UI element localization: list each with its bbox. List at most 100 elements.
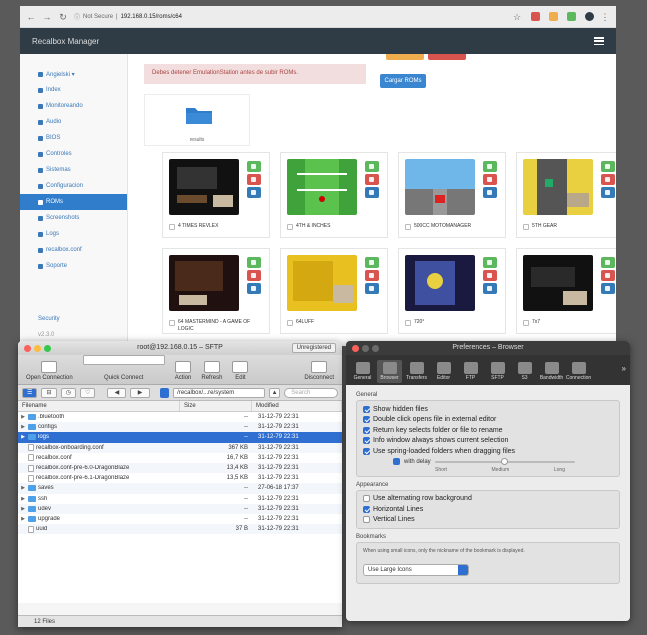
edit-button[interactable] [365, 187, 379, 198]
rom-thumbnail[interactable] [169, 255, 239, 311]
file-row[interactable]: ▶ udev -- 31-12-79 22:31 [18, 503, 342, 514]
sidebar-item[interactable]: ROMs [20, 194, 127, 210]
prefs-tab-transfers[interactable]: Transfers [404, 360, 429, 383]
disclosure-icon[interactable]: ▶ [20, 434, 26, 440]
play-button[interactable] [247, 257, 261, 268]
delete-button[interactable] [601, 174, 615, 185]
file-row[interactable]: ▶ saves -- 27-06-18 17:37 [18, 483, 342, 494]
checkbox[interactable] [363, 405, 370, 413]
reload-icon[interactable]: ↻ [58, 12, 68, 22]
edit-button[interactable]: Edit [232, 361, 249, 381]
slider-knob[interactable] [501, 457, 509, 465]
delay-slider[interactable] [434, 457, 575, 467]
sidebar-item[interactable]: Controles [20, 146, 127, 162]
folder-card[interactable]: results [144, 94, 250, 146]
sidebar-item[interactable]: BIOS [20, 130, 127, 146]
disclosure-icon[interactable]: ▶ [20, 485, 26, 491]
size-column-header[interactable]: Size [180, 401, 252, 411]
profile-avatar[interactable] [585, 12, 594, 21]
quick-connect[interactable]: Quick Connect [82, 355, 165, 381]
forward-icon[interactable]: → [42, 12, 52, 22]
sidebar-item[interactable]: Monitoreando [20, 98, 127, 114]
delete-button[interactable] [247, 270, 261, 281]
hamburger-menu-icon[interactable] [594, 37, 604, 45]
sidebar-item[interactable]: Sistemas [20, 162, 127, 178]
disclosure-icon[interactable]: ▶ [20, 496, 26, 502]
checkbox[interactable] [363, 426, 370, 434]
edit-button[interactable] [601, 187, 615, 198]
rom-thumbnail[interactable] [287, 159, 357, 215]
path-selector[interactable]: /recalbox/...re/system [173, 387, 265, 398]
disclosure-icon[interactable]: ▶ [20, 506, 26, 512]
browser-view-icon[interactable]: ☰ [22, 387, 38, 398]
filename-column-header[interactable]: Filename [18, 401, 180, 411]
prefs-tab-general[interactable]: General [350, 360, 375, 383]
back-icon[interactable]: ← [26, 12, 36, 22]
extension-icon[interactable] [531, 12, 540, 21]
icon-size-select[interactable]: Use Large Icons [363, 564, 469, 576]
sidebar-item[interactable]: Logs [20, 226, 127, 242]
rom-thumbnail[interactable] [287, 255, 357, 311]
rom-card[interactable]: 720° [398, 248, 506, 334]
rom-card[interactable]: 64 MASTERMIND - A GAME OF LOGIC [162, 248, 270, 334]
prefs-tab-browser[interactable]: Browser [377, 360, 402, 383]
prefs-tab-sftp[interactable]: SFTP [485, 360, 510, 383]
file-row[interactable]: ▶ configs -- 31-12-79 22:31 [18, 422, 342, 433]
checkbox[interactable] [363, 447, 370, 455]
option-row[interactable]: Use alternating row background [363, 494, 613, 505]
extension-icon[interactable] [567, 12, 576, 21]
disclosure-icon[interactable]: ▶ [20, 424, 26, 430]
edit-button[interactable] [365, 283, 379, 294]
rom-checkbox[interactable] [405, 224, 411, 230]
option-row[interactable]: Double click opens file in external edit… [363, 415, 613, 426]
rom-card[interactable]: 64LUFF [280, 248, 388, 334]
edit-button[interactable] [483, 187, 497, 198]
rom-thumbnail[interactable] [169, 159, 239, 215]
checkbox[interactable] [363, 505, 370, 513]
option-row[interactable]: Use spring-loaded folders when dragging … [363, 446, 613, 457]
brand-title[interactable]: Recalbox Manager [32, 37, 99, 46]
delete-button[interactable] [365, 174, 379, 185]
prefs-tab-bandwidth[interactable]: Bandwidth [539, 360, 564, 383]
rom-checkbox[interactable] [523, 224, 529, 230]
play-button[interactable] [365, 161, 379, 172]
disclosure-icon[interactable]: ▶ [20, 516, 26, 522]
file-row[interactable]: recalbox-onboarding.conf 367 KB 31-12-79 2… [18, 442, 342, 453]
danger-button[interactable] [428, 54, 466, 60]
menu-dots-icon[interactable]: ⋮ [600, 12, 610, 22]
file-row[interactable]: ▶ upgrade -- 31-12-79 22:31 [18, 514, 342, 524]
file-row[interactable]: ▶ logs -- 31-12-79 22:31 [18, 432, 342, 443]
up-folder-icon[interactable]: ▲ [268, 387, 281, 398]
file-row[interactable]: uuid 37 B 31-12-79 22:31 [18, 524, 342, 535]
address-bar[interactable]: ⓘ Not Secure | 192.168.0.15/roms/c64 [74, 12, 506, 22]
checkbox[interactable] [363, 437, 370, 445]
sidebar-item[interactable]: Screenshots [20, 210, 127, 226]
bonjour-icon[interactable]: ♡ [79, 387, 96, 398]
rom-checkbox[interactable] [169, 224, 175, 230]
prefs-tab-s3[interactable]: S3 [512, 360, 537, 383]
rom-checkbox[interactable] [405, 320, 411, 326]
rom-checkbox[interactable] [169, 320, 175, 326]
back-nav-icon[interactable]: ◀ [107, 387, 127, 398]
extension-icon[interactable] [549, 12, 558, 21]
delete-button[interactable] [483, 270, 497, 281]
prefs-tab-ftp[interactable]: FTP [458, 360, 483, 383]
option-row[interactable]: Return key selects folder or file to ren… [363, 425, 613, 436]
edit-button[interactable] [247, 283, 261, 294]
file-row[interactable]: ▶ ssh -- 31-12-79 22:31 [18, 494, 342, 504]
play-button[interactable] [365, 257, 379, 268]
sidebar-item[interactable]: Audio [20, 114, 127, 130]
disconnect-button[interactable]: Disconnect [304, 361, 334, 381]
play-button[interactable] [247, 161, 261, 172]
sidebar-item[interactable]: Index [20, 82, 127, 98]
more-tabs-icon[interactable]: » [622, 364, 626, 373]
sidebar-item[interactable]: Angielski ▾ [20, 66, 127, 82]
sidebar-item[interactable]: recalbox.conf [20, 242, 127, 258]
sidebar-item[interactable]: Configuracion [20, 178, 127, 194]
edit-button[interactable] [601, 283, 615, 294]
edit-button[interactable] [483, 283, 497, 294]
option-row[interactable]: Info window always shows current selecti… [363, 436, 613, 447]
play-button[interactable] [483, 161, 497, 172]
rom-thumbnail[interactable] [523, 255, 593, 311]
forward-nav-icon[interactable]: ▶ [130, 387, 150, 398]
